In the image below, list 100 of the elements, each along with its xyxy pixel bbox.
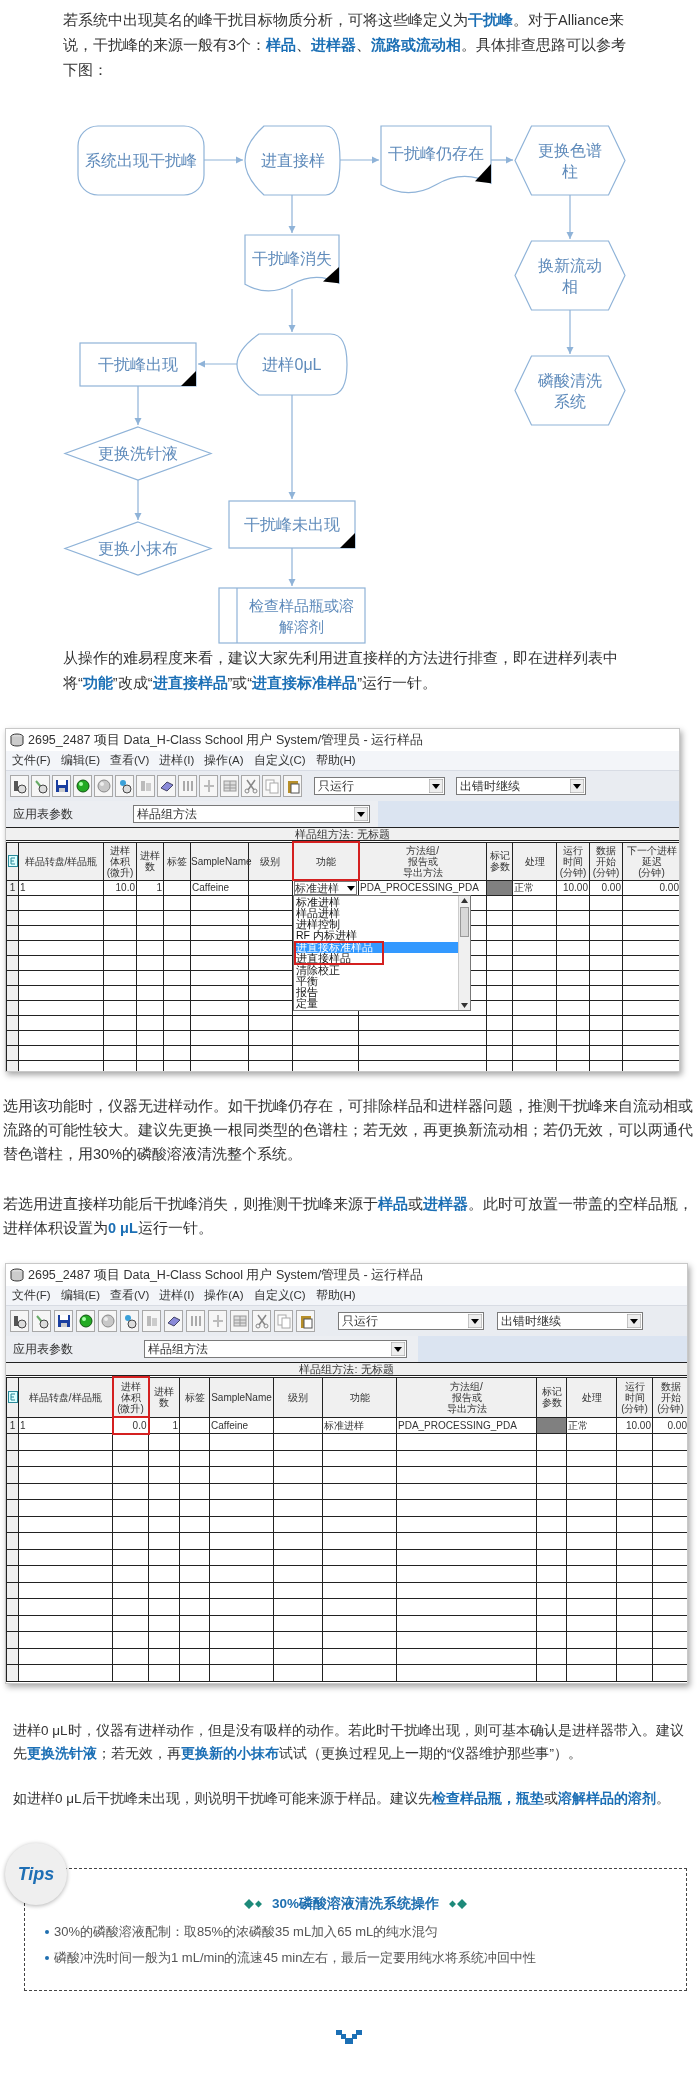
toolbar-button[interactable] bbox=[54, 1310, 73, 1332]
arrow bbox=[203, 156, 244, 164]
toolbar-button[interactable] bbox=[52, 775, 71, 797]
menu-item[interactable]: 编辑(E) bbox=[60, 1286, 101, 1305]
toolbar-button[interactable] bbox=[73, 775, 92, 797]
column-header: 标记 参数 bbox=[486, 842, 513, 880]
column-header: 运行 时间 (分钟) bbox=[616, 1377, 653, 1417]
menu-item[interactable]: 自定义(C) bbox=[253, 1286, 306, 1305]
column-header: 标签 bbox=[163, 842, 191, 880]
menu-item[interactable]: 查看(V) bbox=[110, 751, 150, 770]
menu-item[interactable]: 编辑(E) bbox=[60, 751, 101, 770]
toolbar-button[interactable] bbox=[32, 1310, 51, 1332]
list-text: 30%的磷酸溶液配制：取85%的浓磷酸35 mL加入65 mL的纯水混匀 bbox=[54, 1923, 439, 1942]
toolbar-button[interactable] bbox=[164, 1310, 183, 1332]
column-header: 处理 bbox=[566, 1377, 617, 1417]
list-item[interactable]: 定量 bbox=[294, 998, 458, 1009]
toolbar-button[interactable] bbox=[76, 1310, 95, 1332]
toolbar-button[interactable] bbox=[115, 775, 134, 797]
caret-icon bbox=[391, 1342, 405, 1356]
list-item[interactable]: RF 内标进样 bbox=[294, 930, 458, 941]
menu-item[interactable]: 操作(A) bbox=[204, 751, 244, 770]
caret-icon bbox=[346, 883, 356, 893]
toolbar-button[interactable] bbox=[31, 775, 50, 797]
node-label: 检查样品瓶或溶解溶剂 bbox=[248, 598, 354, 635]
menu-item[interactable]: 进样(I) bbox=[159, 1286, 195, 1305]
column-header: 样品转盘/样品瓶 bbox=[18, 842, 104, 880]
save-icon bbox=[55, 1313, 72, 1329]
menu-item[interactable]: 进样(I) bbox=[159, 751, 195, 770]
arrow bbox=[339, 156, 380, 164]
caret-icon bbox=[468, 1314, 482, 1328]
scroll-thumb[interactable] bbox=[460, 907, 469, 937]
disc-icon bbox=[77, 1313, 94, 1329]
list-item[interactable]: 清除校正 bbox=[294, 965, 458, 976]
column-header: 功能 bbox=[322, 1377, 397, 1417]
column-header: 功能 bbox=[292, 842, 359, 880]
copy-icon bbox=[275, 1313, 292, 1329]
menu-item[interactable]: 帮助(H) bbox=[315, 751, 356, 770]
list-item[interactable]: 报告 bbox=[294, 987, 458, 998]
column-header: 级别 bbox=[273, 1377, 323, 1417]
dropdown-field[interactable]: 样品组方法 bbox=[133, 805, 370, 823]
menu-item[interactable]: 文件(F) bbox=[12, 751, 51, 770]
field-label: 应用表参数 bbox=[13, 1341, 74, 1358]
node-label: 干扰峰仍存在 bbox=[388, 145, 484, 163]
toolbar-button[interactable] bbox=[157, 775, 176, 797]
caret-icon bbox=[354, 807, 368, 821]
toolbar-button[interactable] bbox=[10, 1310, 29, 1332]
list-item[interactable]: 标准进样 bbox=[294, 897, 458, 908]
toolbar-button[interactable] bbox=[10, 775, 29, 797]
paragraph: 从操作的难易程度来看，建议大家先利用进直接样的方法进行排查，即在进样列表中将“功能”改成“进直接样品”或“进直接标准样品”运行一针。 bbox=[63, 649, 619, 693]
field-label: 应用表参数 bbox=[13, 806, 74, 823]
bullet-icon bbox=[45, 1930, 49, 1935]
node-label: 更换小抹布 bbox=[98, 540, 178, 557]
toolbar-button[interactable] bbox=[120, 1310, 139, 1332]
column-header: 进样 数 bbox=[136, 842, 164, 880]
menu-item[interactable]: 查看(V) bbox=[110, 1286, 150, 1305]
toolbar-button[interactable] bbox=[283, 775, 302, 797]
paragraph: 若选用进直接样功能后干扰峰消失，则推测干扰峰来源于样品或进样器。此时可放置一带盖的空样品瓶，进样体积设置为0 μL运行一针。 bbox=[3, 1195, 694, 1238]
toolbar-button[interactable] bbox=[296, 1310, 315, 1332]
dropdown-field[interactable]: 只运行 bbox=[338, 1312, 484, 1330]
arrow bbox=[288, 547, 296, 587]
caret-icon bbox=[429, 779, 443, 793]
dropdown-field[interactable]: 只运行 bbox=[314, 777, 445, 795]
cut-icon bbox=[253, 1313, 270, 1329]
column-header: SampleName bbox=[209, 1377, 274, 1417]
column-header: 数据 开始 (分钟) bbox=[652, 1377, 687, 1417]
column-header: 进样 数 bbox=[148, 1377, 180, 1417]
node-label: 干扰峰未出现 bbox=[244, 516, 340, 533]
list-item[interactable]: 进直接样品 bbox=[294, 953, 458, 964]
paragraph: 进样0 μL时，仪器有进样动作，但是没有吸样的动作。若此时干扰峰出现，则可基本确认是进样器带入。建议先更换洗针液；若无效，再更换新的小抹布试试（更换过程见上一期的“仪器维护那些事”）。 bbox=[13, 1722, 685, 1763]
node-label: 磷酸清洗系统 bbox=[538, 372, 602, 410]
column-header: 数据 开始 (分钟) bbox=[589, 842, 623, 880]
paragraph: 选用该功能时，仪器无进样动作。如干扰峰仍存在，可排除样品和进样器问题，推测干扰峰来自流动相或流路的可能性较大。建议先更换一根同类型的色谱柱；若无效，再更换新流动相；若仍无效，可以两通代替色谱柱，用30%的磷酸溶液清洗整个系统。 bbox=[3, 1097, 694, 1164]
arrow bbox=[288, 288, 296, 333]
disc-icon bbox=[74, 778, 91, 794]
up-arrow-icon bbox=[461, 898, 468, 903]
chevron-icon bbox=[336, 2030, 362, 2044]
dropdown-field[interactable]: 出错时继续 bbox=[456, 777, 586, 795]
tips-badge: Tips bbox=[5, 1843, 67, 1905]
list-item[interactable]: 平衡 bbox=[294, 976, 458, 987]
save-icon bbox=[53, 778, 70, 794]
arrow bbox=[288, 194, 296, 234]
node-label: 干扰峰出现 bbox=[98, 356, 178, 373]
table-icon bbox=[7, 855, 18, 867]
dropdown-field[interactable]: 出错时继续 bbox=[497, 1312, 643, 1330]
arrow bbox=[566, 194, 574, 240]
list-item[interactable]: 进样控制 bbox=[294, 919, 458, 930]
scrollbar[interactable] bbox=[458, 896, 470, 1010]
menu-item[interactable]: 文件(F) bbox=[12, 1286, 51, 1305]
window-title: 2695_2487 项目 Data_H-Class School 用户 System/管理员 - 运行样品 bbox=[28, 731, 424, 749]
list-text: 磷酸冲洗时间一般为1 mL/min的流速45 min左右，最后一定要用纯水将系统冲回中性 bbox=[54, 1949, 537, 1968]
node-label: 系统出现干扰峰 bbox=[85, 152, 197, 169]
menu-item[interactable]: 帮助(H) bbox=[315, 1286, 356, 1305]
list-item[interactable]: 样品进样 bbox=[294, 908, 458, 919]
function-dropdown[interactable]: 标准进样 bbox=[294, 881, 357, 895]
menu-item[interactable]: 自定义(C) bbox=[253, 751, 306, 770]
node-label: 进样0μL bbox=[262, 356, 322, 373]
column-header: 方法组/ 报告或 导出方法 bbox=[358, 842, 487, 880]
diamond-icon bbox=[244, 1899, 264, 1910]
menu-item[interactable]: 操作(A) bbox=[204, 1286, 244, 1305]
dropdown-field[interactable]: 样品组方法 bbox=[144, 1340, 407, 1358]
